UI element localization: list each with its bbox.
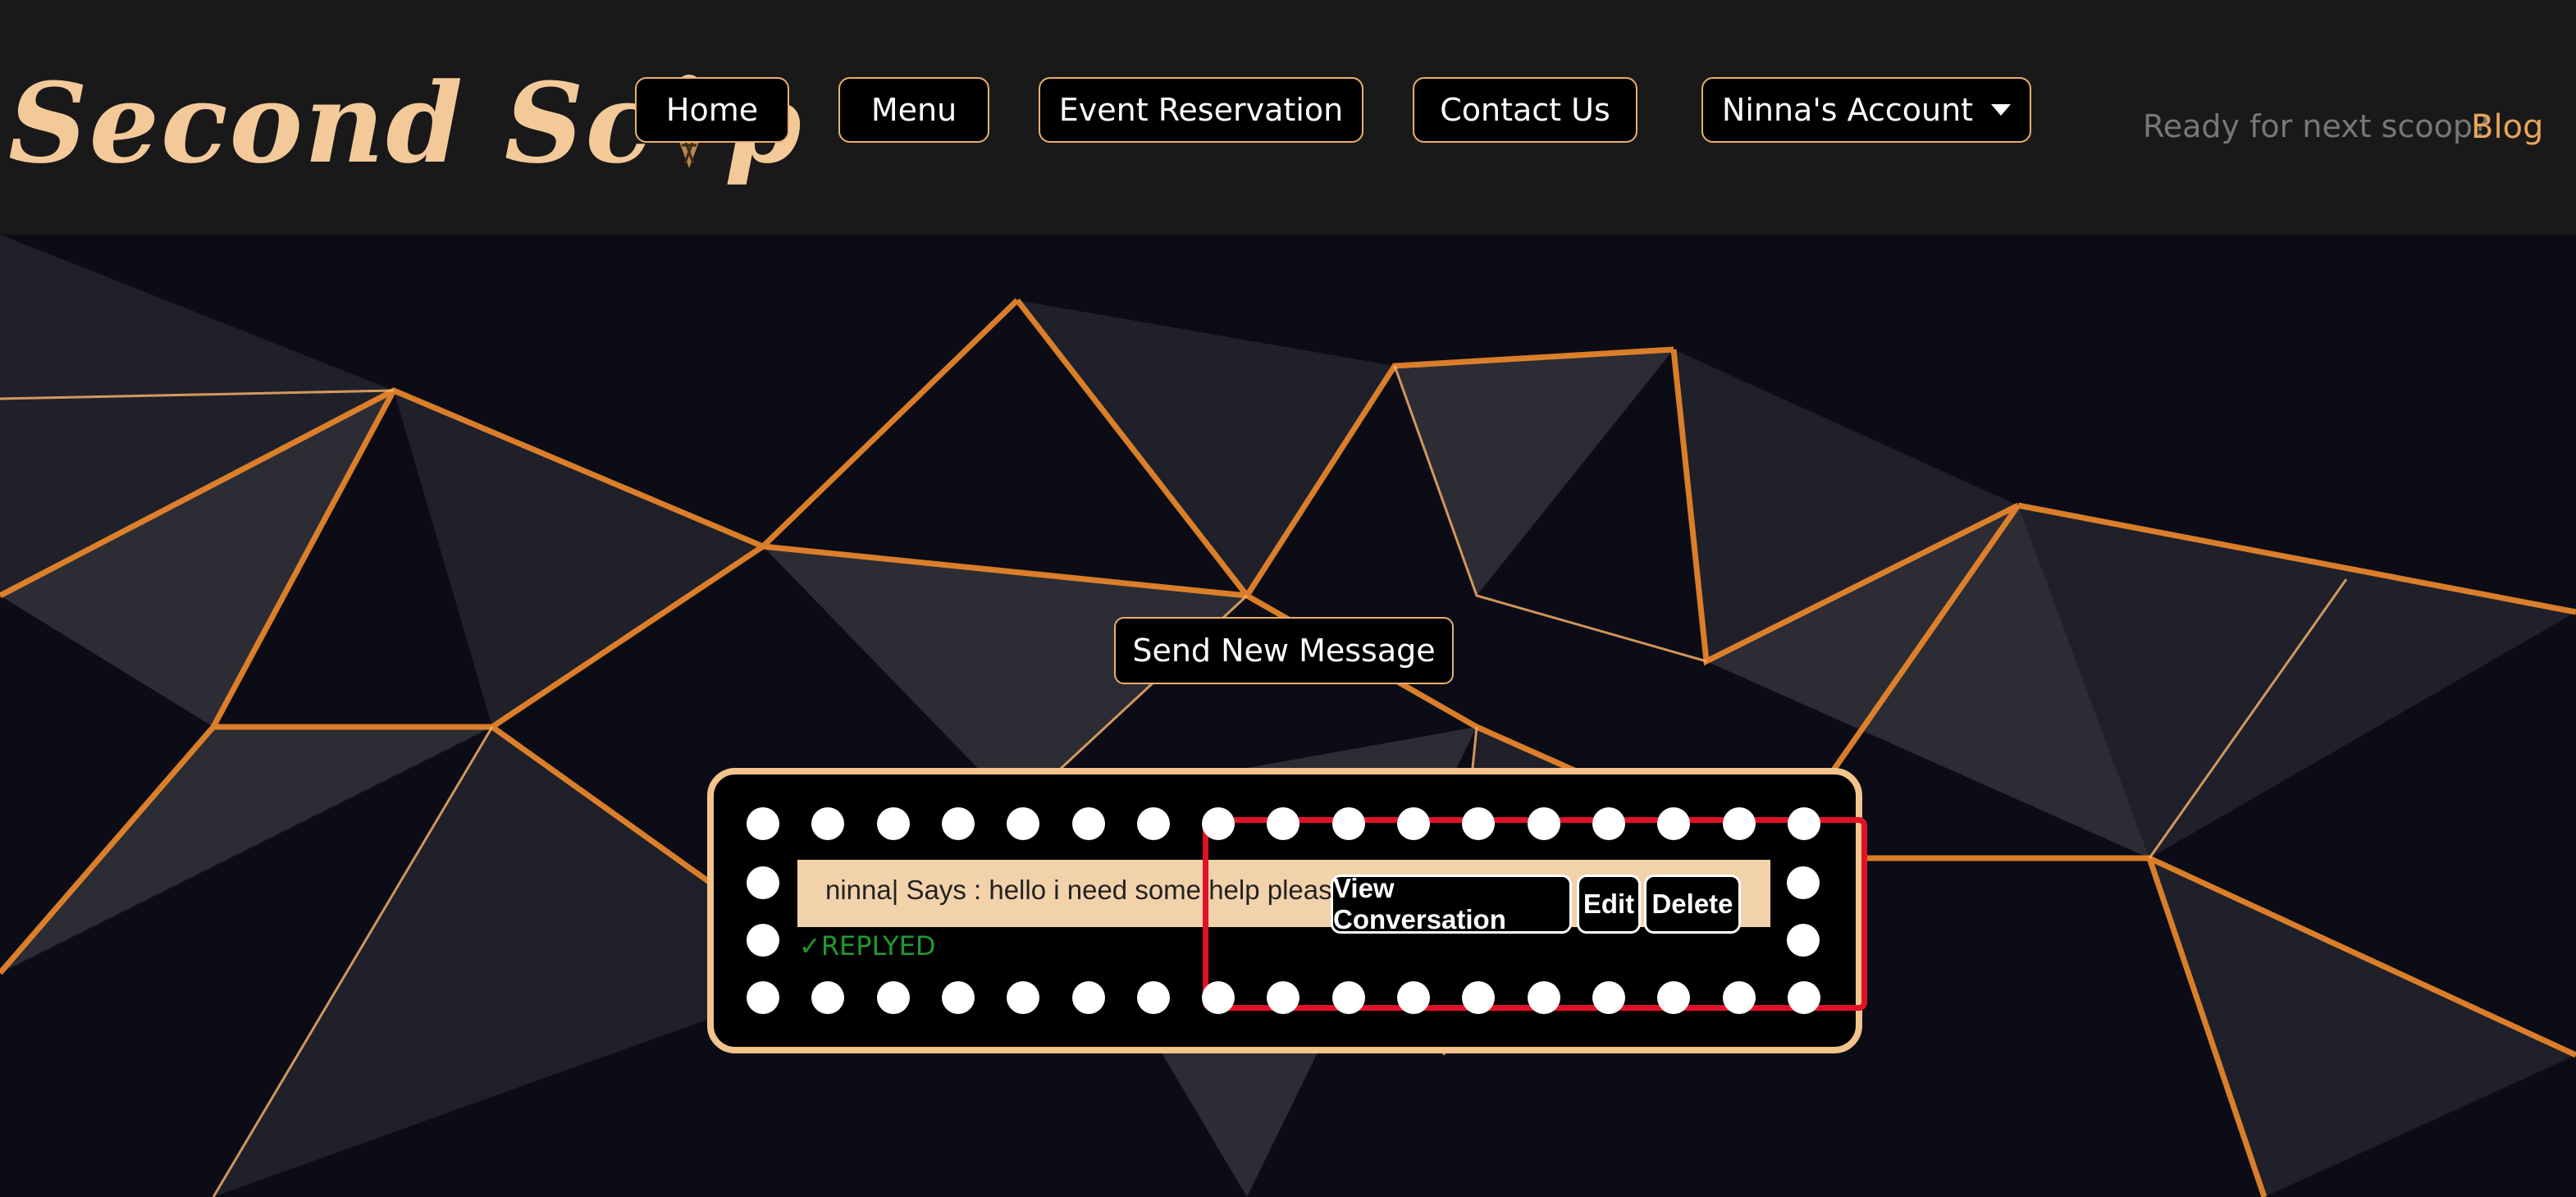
border-dot bbox=[1722, 807, 1756, 840]
border-dot bbox=[1136, 807, 1170, 840]
blog-link[interactable]: Blog bbox=[2471, 108, 2543, 146]
nav-home-button[interactable]: Home bbox=[635, 77, 789, 143]
view-conversation-button[interactable]: View Conversation bbox=[1331, 873, 1572, 934]
border-dot bbox=[1202, 981, 1235, 1014]
border-dot bbox=[1331, 981, 1365, 1014]
delete-button[interactable]: Delete bbox=[1644, 875, 1741, 934]
border-dot bbox=[1527, 807, 1560, 840]
account-dropdown-button[interactable]: Ninna's Account bbox=[1701, 77, 2031, 143]
replied-status: ✓REPLYED bbox=[799, 930, 936, 962]
border-dot bbox=[1787, 866, 1820, 899]
border-dot bbox=[1787, 924, 1820, 957]
border-dot bbox=[941, 981, 975, 1014]
border-dot bbox=[941, 807, 975, 840]
border-dot bbox=[1657, 981, 1691, 1014]
logo-text-left: Second Sc bbox=[8, 58, 655, 188]
border-dot bbox=[747, 866, 779, 899]
border-dot bbox=[1527, 981, 1560, 1014]
border-dot bbox=[1331, 807, 1365, 840]
border-dot bbox=[1592, 981, 1625, 1014]
border-dot bbox=[1592, 807, 1625, 840]
logo[interactable]: Second Sc p bbox=[8, 49, 802, 197]
border-dot bbox=[1787, 807, 1820, 840]
send-new-message-button[interactable]: Send New Message bbox=[1114, 617, 1454, 684]
border-dot bbox=[747, 981, 779, 1014]
nav-menu-button[interactable]: Menu bbox=[838, 77, 989, 143]
nav-contact-us-button[interactable]: Contact Us bbox=[1413, 77, 1637, 143]
border-dot bbox=[1657, 807, 1691, 840]
border-dot bbox=[876, 981, 910, 1014]
account-label: Ninna's Account bbox=[1721, 92, 1974, 128]
border-dot bbox=[1136, 981, 1170, 1014]
border-dot bbox=[1071, 981, 1105, 1014]
border-dot bbox=[876, 807, 910, 840]
border-dot bbox=[1007, 981, 1040, 1014]
message-text: ninna| Says : hello i need some help ple… bbox=[825, 875, 1347, 905]
border-dot bbox=[1007, 807, 1040, 840]
border-dot bbox=[747, 807, 779, 840]
caret-down-icon bbox=[1991, 104, 2012, 116]
site-header: Second Sc p Home Menu Event Reservation … bbox=[0, 0, 2576, 235]
border-dot bbox=[1722, 981, 1756, 1014]
edit-button[interactable]: Edit bbox=[1577, 875, 1641, 934]
border-dot bbox=[747, 924, 779, 957]
tagline: Ready for next scoop? bbox=[2143, 108, 2490, 144]
border-dot bbox=[1787, 981, 1820, 1014]
border-dot bbox=[1397, 981, 1430, 1014]
border-dot bbox=[1202, 807, 1235, 840]
border-dot bbox=[1071, 807, 1105, 840]
border-dot bbox=[1397, 807, 1430, 840]
nav-event-reservation-button[interactable]: Event Reservation bbox=[1039, 77, 1363, 143]
